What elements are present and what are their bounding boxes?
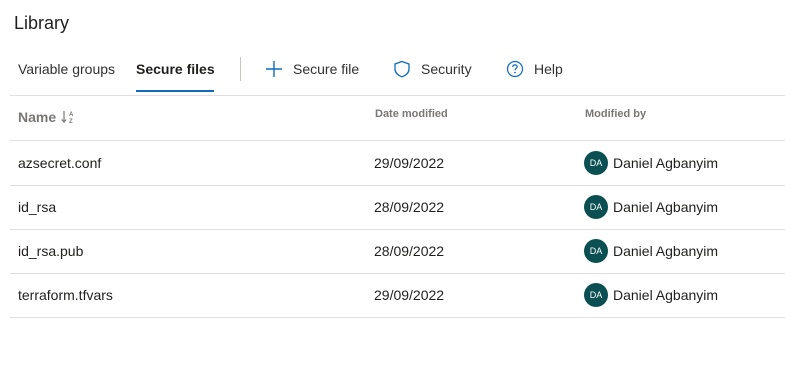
header-divider (10, 95, 785, 96)
date-modified: 28/09/2022 (374, 199, 445, 215)
table-row[interactable]: terraform.tfvars 29/09/2022 DA Daniel Ag… (10, 273, 785, 318)
toolbar-divider (240, 57, 241, 81)
column-header-date-modified[interactable]: Date modified (375, 108, 448, 120)
date-modified: 28/09/2022 (374, 243, 445, 259)
help-label: Help (534, 61, 563, 77)
shield-icon (394, 60, 410, 78)
plus-icon (266, 61, 282, 77)
help-button[interactable]: Help (506, 52, 563, 86)
sort-az-icon: A Z (61, 111, 74, 124)
modified-by-name: Daniel Agbanyim (613, 287, 719, 303)
column-header-modified-by[interactable]: Modified by (585, 108, 646, 120)
modified-by-name: Daniel Agbanyim (613, 155, 719, 171)
svg-text:Z: Z (69, 119, 73, 124)
table-row[interactable]: azsecret.conf 29/09/2022 DA Daniel Agban… (10, 140, 785, 186)
avatar: DA (584, 151, 608, 175)
help-circle-icon (506, 60, 524, 78)
avatar: DA (584, 239, 608, 263)
column-header-name[interactable]: Name A Z (18, 109, 77, 125)
file-name[interactable]: id_rsa (18, 185, 56, 229)
tab-secure-files[interactable]: Secure files (136, 52, 215, 90)
security-label: Security (421, 61, 472, 77)
page-title: Library (14, 13, 70, 33)
add-secure-file-label: Secure file (293, 61, 360, 77)
file-name[interactable]: terraform.tfvars (18, 273, 113, 317)
svg-text:A: A (69, 112, 74, 118)
avatar: DA (584, 283, 608, 307)
file-name[interactable]: id_rsa.pub (18, 229, 83, 273)
modified-by-name: Daniel Agbanyim (613, 243, 719, 259)
active-tab-indicator (136, 90, 214, 92)
avatar: DA (584, 195, 608, 219)
security-button[interactable]: Security (393, 52, 472, 86)
tab-bar: Variable groups Secure files Secure file… (0, 52, 785, 92)
file-name[interactable]: azsecret.conf (18, 141, 101, 185)
tab-variable-groups[interactable]: Variable groups (18, 52, 115, 90)
column-header-name-label: Name (18, 109, 57, 125)
table-row[interactable]: id_rsa.pub 28/09/2022 DA Daniel Agbanyim (10, 229, 785, 274)
add-secure-file-button[interactable]: Secure file (265, 52, 359, 86)
table-row[interactable]: id_rsa 28/09/2022 DA Daniel Agbanyim (10, 185, 785, 230)
date-modified: 29/09/2022 (374, 155, 445, 171)
date-modified: 29/09/2022 (374, 287, 445, 303)
modified-by-name: Daniel Agbanyim (613, 199, 719, 215)
